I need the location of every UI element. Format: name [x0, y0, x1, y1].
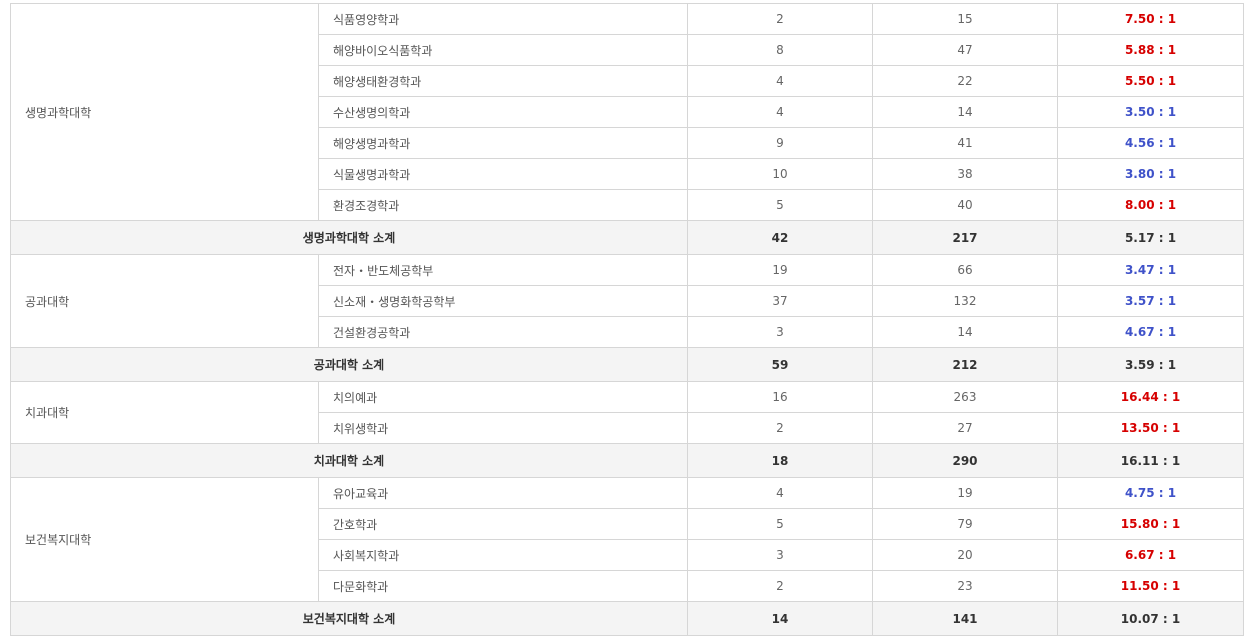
subtotal-applicants: 217: [872, 220, 1058, 255]
results-table: 생명과학대학 식품영양학과 2 15 7.50 : 1 해양바이오식품학과 8 47 5.88 …: [10, 3, 1244, 636]
competition-ratio: 3.57 : 1: [1057, 285, 1244, 317]
subtotal-quota: 18: [687, 443, 873, 478]
competition-ratio: 8.00 : 1: [1057, 189, 1244, 221]
subtotal-ratio: 3.59 : 1: [1057, 347, 1244, 382]
competition-ratio: 4.75 : 1: [1057, 477, 1244, 509]
department-name: 유아교육과: [318, 477, 688, 509]
competition-ratio: 11.50 : 1: [1057, 570, 1244, 602]
department-name: 식품영양학과: [318, 3, 688, 35]
quota-value: 4: [687, 96, 873, 128]
department-name: 해양생명과학과: [318, 127, 688, 159]
department-name: 식물생명과학과: [318, 158, 688, 190]
subtotal-row: 치과대학 소계 18 290 16.11 : 1: [10, 443, 1244, 478]
department-name: 해양생태환경학과: [318, 65, 688, 97]
department-name: 환경조경학과: [318, 189, 688, 221]
subtotal-ratio: 5.17 : 1: [1057, 220, 1244, 255]
department-name: 사회복지학과: [318, 539, 688, 571]
competition-ratio: 6.67 : 1: [1057, 539, 1244, 571]
subtotal-applicants: 212: [872, 347, 1058, 382]
subtotal-label: 공과대학 소계: [10, 347, 688, 382]
department-name: 건설환경공학과: [318, 316, 688, 348]
subtotal-applicants: 141: [872, 601, 1058, 636]
quota-value: 3: [687, 539, 873, 571]
quota-value: 9: [687, 127, 873, 159]
quota-value: 5: [687, 508, 873, 540]
applicants-value: 22: [872, 65, 1058, 97]
quota-value: 5: [687, 189, 873, 221]
subtotal-quota: 59: [687, 347, 873, 382]
quota-value: 10: [687, 158, 873, 190]
subtotal-row: 보건복지대학 소계 14 141 10.07 : 1: [10, 601, 1244, 636]
table-row: 공과대학 전자・반도체공학부 19 66 3.47 : 1: [10, 254, 1244, 348]
applicants-value: 38: [872, 158, 1058, 190]
quota-value: 4: [687, 65, 873, 97]
quota-value: 8: [687, 34, 873, 66]
applicants-value: 40: [872, 189, 1058, 221]
competition-ratio: 3.50 : 1: [1057, 96, 1244, 128]
applicants-value: 14: [872, 316, 1058, 348]
department-name: 수산생명의학과: [318, 96, 688, 128]
applicants-value: 132: [872, 285, 1058, 317]
applicants-value: 47: [872, 34, 1058, 66]
subtotal-ratio: 10.07 : 1: [1057, 601, 1244, 636]
applicants-value: 20: [872, 539, 1058, 571]
quota-value: 37: [687, 285, 873, 317]
department-name: 신소재・생명화학공학부: [318, 285, 688, 317]
college-name: 치과대학: [10, 381, 319, 444]
department-name: 치의예과: [318, 381, 688, 413]
subtotal-label: 치과대학 소계: [10, 443, 688, 478]
subtotal-applicants: 290: [872, 443, 1058, 478]
applicants-value: 79: [872, 508, 1058, 540]
subtotal-ratio: 16.11 : 1: [1057, 443, 1244, 478]
competition-ratio: 3.80 : 1: [1057, 158, 1244, 190]
applicants-value: 23: [872, 570, 1058, 602]
applicants-value: 27: [872, 412, 1058, 444]
competition-ratio: 15.80 : 1: [1057, 508, 1244, 540]
applicants-value: 66: [872, 254, 1058, 286]
applicants-value: 41: [872, 127, 1058, 159]
applicants-value: 14: [872, 96, 1058, 128]
competition-ratio: 4.67 : 1: [1057, 316, 1244, 348]
quota-value: 4: [687, 477, 873, 509]
college-name: 공과대학: [10, 254, 319, 348]
subtotal-label: 보건복지대학 소계: [10, 601, 688, 636]
competition-ratio: 13.50 : 1: [1057, 412, 1244, 444]
competition-ratio: 7.50 : 1: [1057, 3, 1244, 35]
table-row: 치과대학 치의예과 16 263 16.44 : 1: [10, 381, 1244, 444]
subtotal-row: 생명과학대학 소계 42 217 5.17 : 1: [10, 220, 1244, 255]
subtotal-row: 공과대학 소계 59 212 3.59 : 1: [10, 347, 1244, 382]
department-name: 간호학과: [318, 508, 688, 540]
applicants-value: 15: [872, 3, 1058, 35]
college-name: 생명과학대학: [10, 3, 319, 221]
competition-ratio: 4.56 : 1: [1057, 127, 1244, 159]
quota-value: 19: [687, 254, 873, 286]
quota-value: 16: [687, 381, 873, 413]
competition-ratio: 5.50 : 1: [1057, 65, 1244, 97]
applicants-value: 263: [872, 381, 1058, 413]
department-name: 다문화학과: [318, 570, 688, 602]
competition-ratio: 5.88 : 1: [1057, 34, 1244, 66]
college-name: 보건복지대학: [10, 477, 319, 602]
quota-value: 2: [687, 412, 873, 444]
department-name: 치위생학과: [318, 412, 688, 444]
subtotal-quota: 42: [687, 220, 873, 255]
table-row: 생명과학대학 식품영양학과 2 15 7.50 : 1: [10, 3, 1244, 221]
table-row: 보건복지대학 유아교육과 4 19 4.75 : 1: [10, 477, 1244, 602]
subtotal-quota: 14: [687, 601, 873, 636]
department-name: 전자・반도체공학부: [318, 254, 688, 286]
quota-value: 2: [687, 3, 873, 35]
competition-ratio: 16.44 : 1: [1057, 381, 1244, 413]
competition-rate-table: 생명과학대학 식품영양학과 2 15 7.50 : 1 해양바이오식품학과 8 47 5.88 …: [10, 3, 1244, 636]
applicants-value: 19: [872, 477, 1058, 509]
table-body: 생명과학대학 식품영양학과 2 15 7.50 : 1 해양바이오식품학과 8 47 5.88 …: [10, 3, 1244, 636]
department-name: 해양바이오식품학과: [318, 34, 688, 66]
subtotal-label: 생명과학대학 소계: [10, 220, 688, 255]
competition-ratio: 3.47 : 1: [1057, 254, 1244, 286]
quota-value: 2: [687, 570, 873, 602]
quota-value: 3: [687, 316, 873, 348]
